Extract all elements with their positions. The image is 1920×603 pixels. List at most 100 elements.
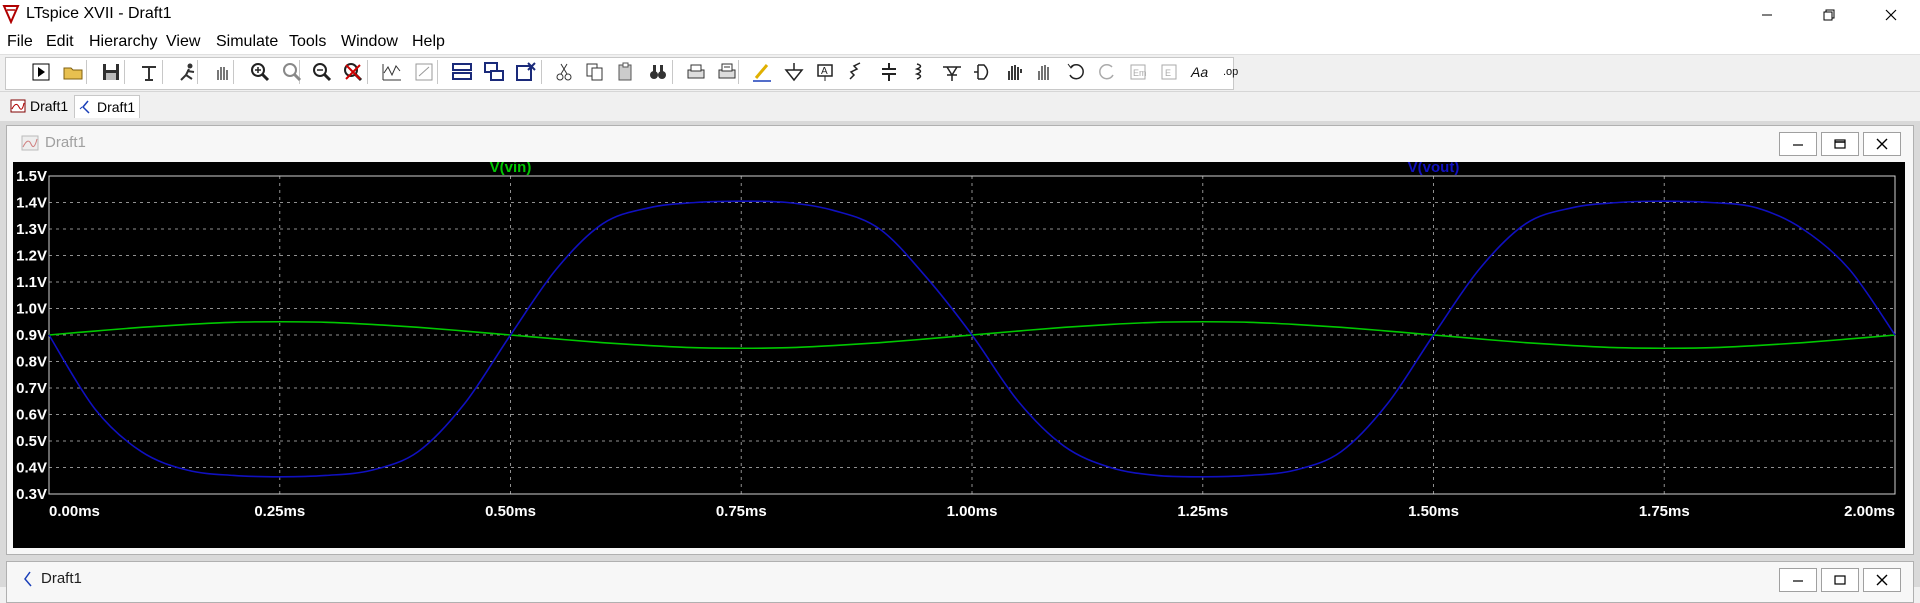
y-tick-label: 1.5V <box>16 168 47 185</box>
close-icon <box>1876 138 1888 150</box>
menu-simulate[interactable]: Simulate <box>216 33 278 51</box>
print-setup-icon <box>718 63 736 79</box>
toolbar-separator <box>541 60 542 84</box>
spice-directive-button[interactable]: .op <box>1220 60 1244 84</box>
window-title-bar: LTspice XVII - Draft1 <box>0 0 1920 30</box>
minimize-window-button[interactable] <box>1744 0 1790 30</box>
close-icon <box>1876 574 1888 586</box>
toolbar-separator <box>124 60 125 84</box>
menu-hierarchy[interactable]: Hierarchy <box>89 33 157 51</box>
zoom-fit-button[interactable] <box>341 60 365 84</box>
tile-windows-button[interactable] <box>450 60 474 84</box>
svg-text:A: A <box>821 66 828 77</box>
close-windows-icon <box>516 62 536 81</box>
draw-wire-button[interactable] <box>750 60 774 84</box>
pick-visible-traces-button[interactable] <box>176 60 200 84</box>
undo-button[interactable] <box>1064 60 1088 84</box>
minimize-icon <box>1793 580 1803 582</box>
menu-tools[interactable]: Tools <box>289 33 326 51</box>
menu-help[interactable]: Help <box>412 33 445 51</box>
menu-bar: File Edit Hierarchy View Simulate Tools … <box>0 30 1920 55</box>
waveform-plot[interactable]: 0.00ms 0.25ms 0.50ms 0.75ms 1.00ms 1.25ms 1.50… <box>13 159 1905 548</box>
zoom-area-button[interactable] <box>280 60 304 84</box>
component-button[interactable] <box>971 60 995 84</box>
paste-button[interactable] <box>614 60 638 84</box>
diode-button[interactable] <box>940 60 964 84</box>
print-setup-button[interactable] <box>715 60 739 84</box>
zoom-out-button[interactable] <box>310 60 334 84</box>
capacitor-icon <box>882 63 896 81</box>
print-icon <box>687 64 705 79</box>
maximize-icon <box>1834 139 1846 149</box>
x-tick-label: 1.25ms <box>1177 503 1228 520</box>
redo-icon <box>1099 63 1114 80</box>
schematic-close-button[interactable] <box>1863 568 1901 592</box>
run-icon <box>32 63 50 81</box>
ruler-button[interactable] <box>412 60 436 84</box>
x-tick-label: 1.50ms <box>1408 503 1459 520</box>
y-tick-label: 1.1V <box>16 274 47 291</box>
menu-window[interactable]: Window <box>341 33 398 51</box>
trace-label-v-vout[interactable]: V(vout) <box>1408 159 1460 176</box>
schematic-minimize-button[interactable] <box>1779 568 1817 592</box>
mirror-icon: E <box>1161 64 1177 80</box>
menu-view[interactable]: View <box>166 33 200 51</box>
toolbar-separator <box>672 60 673 84</box>
schematic-window-icon <box>24 571 32 586</box>
diode-icon <box>943 66 961 81</box>
schematic-maximize-button[interactable] <box>1821 568 1859 592</box>
open-button[interactable] <box>61 60 85 84</box>
svg-text:.op: .op <box>1223 66 1238 78</box>
menu-edit[interactable]: Edit <box>46 33 74 51</box>
close-windows-button[interactable] <box>514 60 538 84</box>
text-button[interactable]: Aa <box>1188 60 1212 84</box>
copy-button[interactable] <box>583 60 607 84</box>
inductor-button[interactable] <box>908 60 932 84</box>
copy-icon <box>586 63 603 81</box>
waveform-close-button[interactable] <box>1863 132 1901 156</box>
waveform-window-icon <box>21 135 39 150</box>
move-button[interactable] <box>1002 60 1026 84</box>
ltspice-app-icon <box>2 5 20 24</box>
schematic-window-titlebar: Draft1 <box>21 570 82 587</box>
cut-button[interactable] <box>552 60 576 84</box>
tab-waveform-draft1[interactable]: Draft1 <box>6 95 72 117</box>
paste-icon <box>618 62 632 81</box>
cascade-windows-button[interactable] <box>482 60 506 84</box>
y-tick-label: 1.3V <box>16 221 47 238</box>
cascade-windows-icon <box>484 62 504 81</box>
zoom-in-button[interactable] <box>248 60 272 84</box>
trace-label-v-vin[interactable]: V(vin) <box>490 159 532 176</box>
waveform-minimize-button[interactable] <box>1779 132 1817 156</box>
mirror-button[interactable]: E <box>1157 60 1181 84</box>
run-button[interactable] <box>29 60 53 84</box>
toolbar-separator <box>86 60 87 84</box>
zoom-area-icon <box>283 63 302 82</box>
rotate-button[interactable]: Em <box>1126 60 1150 84</box>
schematic-window-title: Draft1 <box>41 570 82 587</box>
waveform-maximize-button[interactable] <box>1821 132 1859 156</box>
find-button[interactable] <box>646 60 670 84</box>
pan-hand-button[interactable] <box>210 60 234 84</box>
redo-button[interactable] <box>1095 60 1119 84</box>
svg-text:E: E <box>1165 68 1171 78</box>
autorange-button[interactable] <box>380 60 404 84</box>
window-title: LTspice XVII - Draft1 <box>26 5 172 22</box>
print-button[interactable] <box>684 60 708 84</box>
restore-icon <box>1823 9 1835 21</box>
menu-file[interactable]: File <box>7 33 33 51</box>
spice-directive-icon: .op <box>1223 66 1238 78</box>
resistor-button[interactable] <box>845 60 869 84</box>
save-button[interactable] <box>99 60 123 84</box>
toolbar-separator <box>367 60 368 84</box>
waveform-plot-pane[interactable]: 0.00ms 0.25ms 0.50ms 0.75ms 1.00ms 1.25ms 1.50… <box>13 159 1905 548</box>
drag-button[interactable] <box>1032 60 1056 84</box>
close-window-button[interactable] <box>1868 0 1914 30</box>
control-panel-button[interactable] <box>137 60 161 84</box>
label-net-button[interactable]: A <box>814 60 838 84</box>
capacitor-button[interactable] <box>877 60 901 84</box>
tab-schematic-draft1[interactable]: Draft1 <box>74 95 141 118</box>
restore-window-button[interactable] <box>1806 0 1852 30</box>
x-tick-label: 0.25ms <box>254 503 305 520</box>
ground-button[interactable] <box>782 60 806 84</box>
